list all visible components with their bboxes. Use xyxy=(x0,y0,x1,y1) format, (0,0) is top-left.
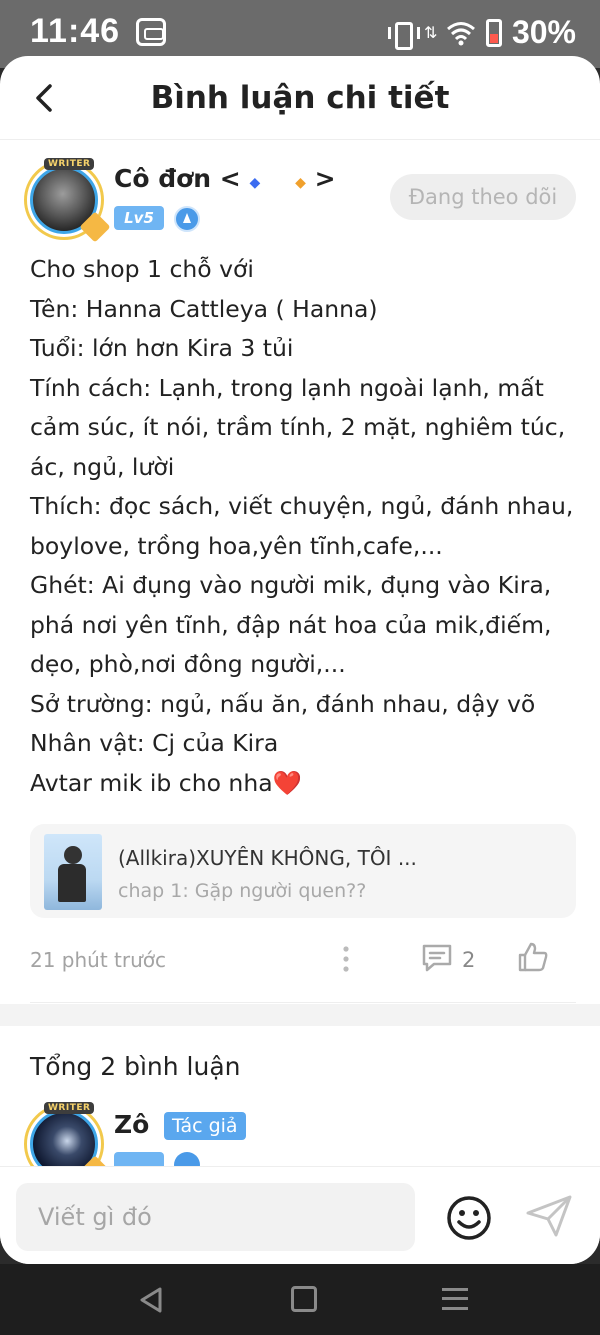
comment-line: boylove, trồng hoa,yên tĩnh,cafe,... xyxy=(30,531,443,560)
comment-line: Tuổi: lớn hơn Kira 3 tủi xyxy=(30,334,294,362)
nav-recents-icon[interactable] xyxy=(442,1288,468,1310)
diamond-orange-icon: ◆ xyxy=(295,175,306,191)
username-end: > xyxy=(314,164,336,193)
reply-count: 2 xyxy=(462,948,476,972)
story-reference-card[interactable]: (Allkira)XUYÊN KHÔNG, TÔI ... chap 1: Gặ… xyxy=(30,824,576,918)
writer-frame-tag: WRITER xyxy=(44,1102,95,1114)
author-badge: Tác giả xyxy=(164,1112,246,1140)
comment-input[interactable] xyxy=(16,1183,415,1251)
comment-line: Nhân vật: Cj của Kira xyxy=(30,729,279,757)
comment-line: phá nơi yên tĩnh, đập nát hoa của mik,đi… xyxy=(30,610,552,639)
comment-line: cảm súc, ít nói, trầm tính, 2 mặt, nghiê… xyxy=(30,413,566,441)
nav-back-icon[interactable] xyxy=(138,1286,164,1314)
level-badge: Lv5 xyxy=(114,206,164,230)
header: Bình luận chi tiết xyxy=(0,56,600,140)
story-chapter: chap 1: Gặp người quen?? xyxy=(118,880,367,902)
comment-timestamp: 21 phút trước xyxy=(30,948,167,972)
comment-username[interactable]: Cô đơn < ◆ ◆ > xyxy=(114,164,336,193)
rank-badge-icon xyxy=(174,206,200,232)
status-time: 11:46 xyxy=(30,12,121,50)
comment-line: Tên: Hanna Cattleya ( Hanna) xyxy=(30,294,378,323)
wifi-icon xyxy=(446,21,475,45)
writer-frame-tag: WRITER xyxy=(44,158,95,170)
smiley-emoji-icon[interactable] xyxy=(446,1195,492,1241)
page-title: Bình luận chi tiết xyxy=(150,80,450,116)
thumbs-up-icon[interactable] xyxy=(516,940,550,974)
comment-line: Ghét: Ai đụng vào người mik, đụng vào Ki… xyxy=(30,571,552,599)
comment-line: dẹo, phò,nơi đông người,... xyxy=(30,650,346,678)
story-cover-image xyxy=(44,834,102,910)
story-title: (Allkira)XUYÊN KHÔNG, TÔI ... xyxy=(118,846,417,870)
divider xyxy=(30,1002,576,1003)
comment-line: Sở trường: ngủ, nấu ăn, đánh nhau, dậy v… xyxy=(30,689,536,718)
comment-bubble-icon[interactable] xyxy=(420,942,454,974)
comment-line: Cho shop 1 chỗ với xyxy=(30,255,254,283)
battery-percent: 30% xyxy=(511,14,576,50)
total-comments-label: Tổng 2 bình luận xyxy=(30,1052,241,1081)
comment-input-bar xyxy=(0,1166,600,1264)
reply-username[interactable]: Zô xyxy=(114,1110,149,1139)
username-text: Cô đơn < xyxy=(114,164,241,193)
status-indicators: ⇅ 30% xyxy=(387,14,576,51)
more-vertical-icon[interactable] xyxy=(336,944,356,974)
diamond-blue-icon: ◆ xyxy=(249,175,261,191)
heart-emoji-icon: ❤️ xyxy=(272,768,302,797)
comment-line: Tính cách: Lạnh, trong lạnh ngoài lạnh, … xyxy=(30,373,544,402)
comment-body: Cho shop 1 chỗ với Tên: Hanna Cattleya (… xyxy=(30,250,578,803)
data-arrows-icon: ⇅ xyxy=(423,22,438,42)
avatar[interactable]: WRITER xyxy=(24,158,111,243)
system-navigation-bar xyxy=(0,1264,600,1335)
comment-line-text: Avtar mik ib cho nha xyxy=(30,768,273,797)
section-divider xyxy=(0,1004,600,1026)
nav-home-icon[interactable] xyxy=(291,1286,317,1312)
vibrate-icon xyxy=(387,20,420,50)
app-notification-icon xyxy=(136,18,166,46)
comment-line-last: Avtar mik ib cho nha❤️ xyxy=(30,764,578,804)
following-button[interactable]: Đang theo dõi xyxy=(390,174,576,220)
comment-line: Thích: đọc sách, viết chuyện, ngủ, đánh … xyxy=(30,492,574,520)
comment-detail-sheet: Bình luận chi tiết WRITER Cô đơn < ◆ ◆ >… xyxy=(0,56,600,1264)
battery-icon xyxy=(485,18,502,47)
send-icon[interactable] xyxy=(524,1193,574,1239)
comment-line: ác, ngủ, lười xyxy=(30,452,175,481)
